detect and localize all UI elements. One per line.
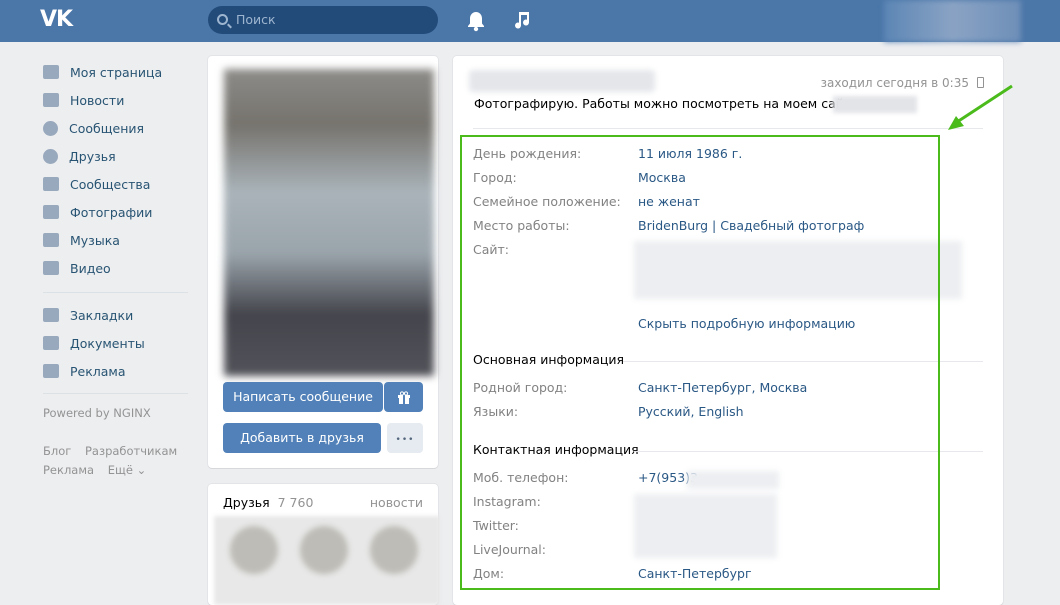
avatar[interactable] xyxy=(370,526,418,574)
group-icon xyxy=(43,177,59,191)
profile-photo[interactable] xyxy=(224,69,434,376)
footer-link-ads[interactable]: Реклама xyxy=(43,463,94,477)
sidebar-divider xyxy=(43,393,188,394)
megaphone-icon xyxy=(43,364,59,378)
avatar[interactable] xyxy=(300,526,348,574)
footer-link-more[interactable]: Ещё ⌄ xyxy=(108,463,146,477)
sidebar-item-label: Закладки xyxy=(70,307,134,323)
person-icon xyxy=(43,148,58,164)
friends-title: Друзья xyxy=(223,495,270,510)
user-menu[interactable] xyxy=(884,0,1021,42)
sidebar-item[interactable]: Фотографии xyxy=(43,198,188,226)
sidebar-item-label: Новости xyxy=(70,92,125,108)
more-button[interactable]: ••• xyxy=(387,423,423,453)
vk-logo[interactable]: VK xyxy=(40,6,86,34)
friends-header[interactable]: Друзья 7 760 новости xyxy=(223,495,423,510)
sidebar-item-label: Сообщения xyxy=(69,120,145,136)
message-icon xyxy=(43,120,58,136)
sidebar-divider xyxy=(43,292,188,293)
sidebar-item[interactable]: Документы xyxy=(43,329,188,357)
sidebar-item-label: Друзья xyxy=(69,148,116,164)
sidebar-item-label: Моя страница xyxy=(70,64,163,80)
status-link[interactable] xyxy=(833,96,917,113)
sidebar: Моя страница Новости Сообщения Друзья Сообще… xyxy=(43,58,188,480)
highlight-frame xyxy=(460,135,940,590)
friends-count: 7 760 xyxy=(277,495,314,510)
gift-button[interactable] xyxy=(384,382,423,412)
arrow-icon xyxy=(948,84,1013,130)
gift-icon xyxy=(397,391,410,404)
sidebar-item[interactable]: Реклама xyxy=(43,357,188,385)
profile-name xyxy=(469,70,655,92)
powered-by: Powered by NGINX xyxy=(43,406,151,420)
star-icon xyxy=(43,308,59,322)
add-friend-button[interactable]: Добавить в друзья xyxy=(223,423,381,453)
camera-icon xyxy=(43,205,59,219)
search-placeholder: Поиск xyxy=(236,12,276,27)
sidebar-footer: Блог Разработчикам Реклама Ещё ⌄ xyxy=(43,442,188,480)
footer-link-dev[interactable]: Разработчикам xyxy=(85,444,177,458)
news-icon xyxy=(43,93,59,107)
sidebar-item-label: Реклама xyxy=(70,363,126,379)
sidebar-item[interactable]: Сообщения xyxy=(43,114,188,142)
document-icon xyxy=(43,336,59,350)
sidebar-item-label: Сообщества xyxy=(70,176,151,192)
footer-link-blog[interactable]: Блог xyxy=(43,444,71,458)
search-input[interactable]: Поиск xyxy=(208,6,438,34)
friends-card: Друзья 7 760 новости xyxy=(208,484,440,605)
sidebar-item-label: Видео xyxy=(70,260,111,276)
video-icon xyxy=(43,261,59,275)
search-icon xyxy=(217,14,228,25)
sidebar-item-label: Фотографии xyxy=(70,204,153,220)
bell-icon[interactable] xyxy=(466,10,486,32)
top-header: VK Поиск xyxy=(0,0,1060,42)
sidebar-item[interactable]: Сообщества xyxy=(43,170,188,198)
sidebar-item-label: Документы xyxy=(70,335,145,351)
music-icon xyxy=(43,233,59,247)
avatar[interactable] xyxy=(230,526,278,574)
music-icon[interactable] xyxy=(512,9,532,31)
write-message-button[interactable]: Написать сообщение xyxy=(223,382,383,412)
sidebar-item[interactable]: Закладки xyxy=(43,301,188,329)
sidebar-item[interactable]: Новости xyxy=(43,86,188,114)
home-icon xyxy=(43,65,59,79)
divider xyxy=(473,128,983,129)
sidebar-item[interactable]: Моя страница xyxy=(43,58,188,86)
sidebar-item[interactable]: Друзья xyxy=(43,142,188,170)
profile-photo-card: Написать сообщение Добавить в друзья ••• xyxy=(208,56,438,468)
sidebar-item[interactable]: Музыка xyxy=(43,226,188,254)
profile-status: Фотографирую. Работы можно посмотреть на… xyxy=(474,96,859,111)
friends-news-link[interactable]: новости xyxy=(370,495,423,510)
sidebar-item-label: Музыка xyxy=(70,232,120,248)
sidebar-item[interactable]: Видео xyxy=(43,254,188,282)
